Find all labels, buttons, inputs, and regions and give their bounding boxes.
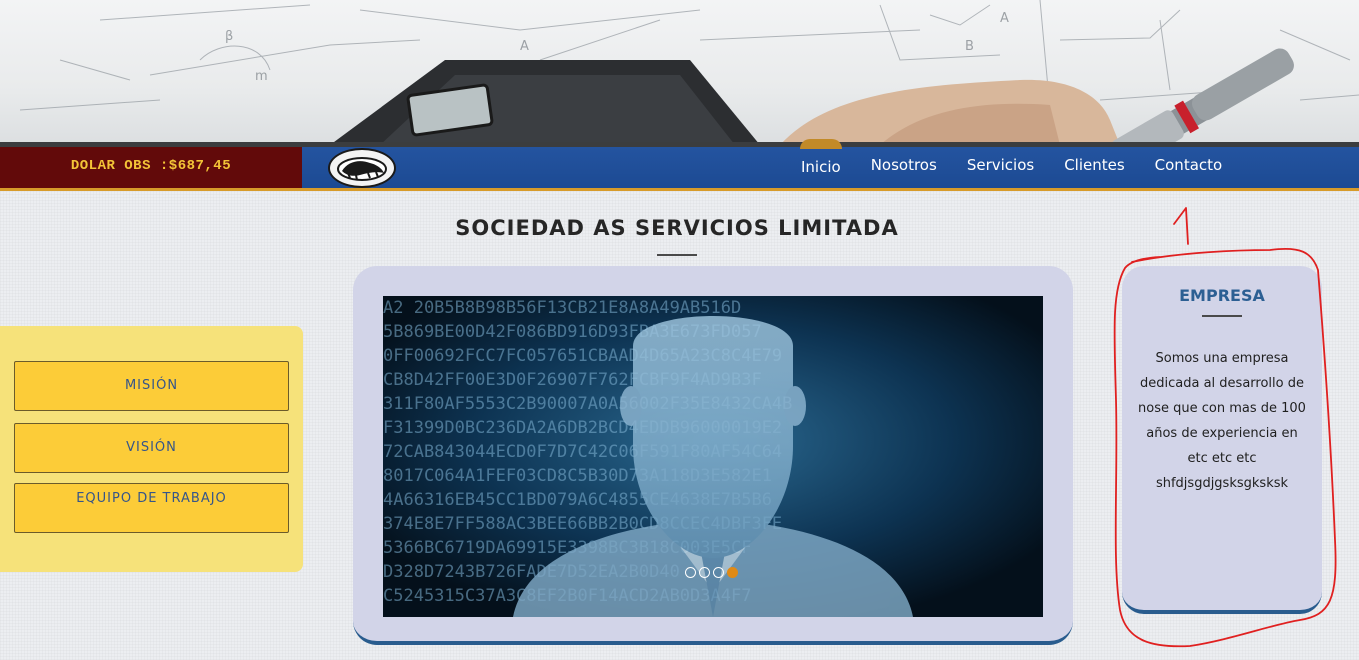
nav-item-clientes[interactable]: Clientes xyxy=(1049,147,1139,188)
svg-text:β: β xyxy=(225,29,233,44)
svg-text:A: A xyxy=(1000,11,1009,26)
hex-row: A2 20B5B8B98B56F13CB21E8A8A49AB516D xyxy=(383,298,741,318)
slider-dots xyxy=(685,567,738,578)
dolar-rate: DOLAR OBS :$687,45 xyxy=(0,147,302,188)
header-banner-image: β m A A B xyxy=(19,0,1359,145)
svg-text:B: B xyxy=(965,39,974,54)
side-menu: MISIÓN VISIÓN EQUIPO DE TRABAJO xyxy=(0,326,303,572)
page-title: SOCIEDAD AS SERVICIOS LIMITADA xyxy=(455,216,899,240)
equipo-de-trabajo-button[interactable]: EQUIPO DE TRABAJO xyxy=(14,483,289,533)
empresa-title: EMPRESA xyxy=(1179,286,1265,305)
nav-item-contacto[interactable]: Contacto xyxy=(1140,147,1238,188)
nav-item-servicios[interactable]: Servicios xyxy=(952,147,1049,188)
vision-button[interactable]: VISIÓN xyxy=(14,423,289,473)
header-banner: β m A A B xyxy=(0,0,1359,145)
mision-button[interactable]: MISIÓN xyxy=(14,361,289,411)
slider-dot-3[interactable] xyxy=(713,567,724,578)
main-navbar: DOLAR OBS :$687,45 Inicio Nosotros Servi… xyxy=(0,139,1359,191)
slider-dot-4[interactable] xyxy=(727,567,738,578)
empresa-underline xyxy=(1202,315,1242,317)
svg-text:A: A xyxy=(520,39,529,54)
nav-menu: Inicio Nosotros Servicios Clientes Conta… xyxy=(786,139,1238,188)
title-underline xyxy=(657,254,697,256)
empresa-panel: EMPRESA Somos una empresa dedicada al de… xyxy=(1122,266,1322,614)
slider-dot-1[interactable] xyxy=(685,567,696,578)
logo-icon[interactable] xyxy=(328,148,396,188)
svg-text:m: m xyxy=(255,69,268,84)
slider-dot-2[interactable] xyxy=(699,567,710,578)
nav-item-inicio[interactable]: Inicio xyxy=(786,139,856,188)
nav-item-nosotros[interactable]: Nosotros xyxy=(856,147,952,188)
empresa-description: Somos una empresa dedicada al desarrollo… xyxy=(1138,351,1306,491)
